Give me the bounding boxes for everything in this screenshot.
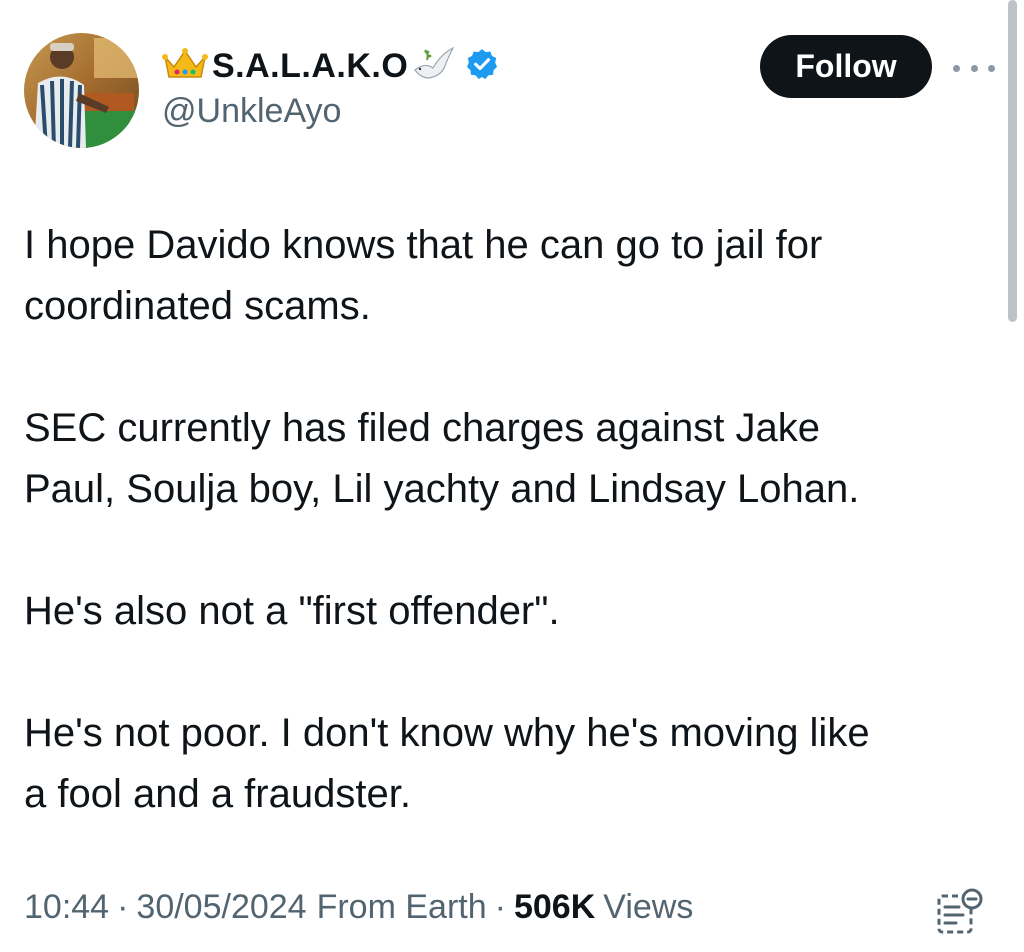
author-name-row[interactable]: S.A.L.A.K.O	[162, 40, 499, 92]
more-dot	[953, 64, 960, 72]
author-handle[interactable]: @UnkleAyo	[162, 92, 341, 131]
meta-separator: ·	[494, 888, 506, 926]
tweet-paragraph: He's not poor. I don't know why he's mov…	[24, 711, 870, 816]
scrollbar-thumb[interactable]	[1008, 0, 1017, 322]
author-display-name: S.A.L.A.K.O	[212, 46, 409, 85]
dove-icon	[411, 44, 455, 89]
tweet-time[interactable]: 10:44	[24, 888, 109, 927]
tweet-meta: 10:44 · 30/05/2024 From Earth · 506K Vie…	[24, 888, 693, 927]
tweet-paragraph: SEC currently has filed charges against …	[24, 406, 860, 511]
verified-badge-icon	[465, 47, 499, 86]
views-label: Views	[603, 888, 694, 926]
tweet-paragraph: I hope Davido knows that he can go to ja…	[24, 223, 823, 328]
tweet-paragraph: He's also not a "first offender".	[24, 589, 560, 633]
tweet-date[interactable]: 30/05/2024	[136, 888, 306, 927]
crown-icon	[162, 47, 208, 86]
meta-separator: ·	[117, 888, 129, 926]
author-avatar[interactable]	[24, 33, 139, 148]
follow-button[interactable]: Follow	[760, 35, 932, 98]
more-options-icon[interactable]	[953, 58, 995, 78]
tweet-location: From Earth	[316, 888, 487, 926]
more-dot	[970, 64, 978, 72]
tweet-card: S.A.L.A.K.O @UnkleAyo Follow I hope Davi…	[0, 0, 1024, 952]
more-dot	[988, 64, 995, 72]
views-count: 506K	[513, 888, 596, 926]
analytics-icon[interactable]	[934, 887, 984, 937]
tweet-text: I hope Davido knows that he can go to ja…	[24, 215, 984, 825]
